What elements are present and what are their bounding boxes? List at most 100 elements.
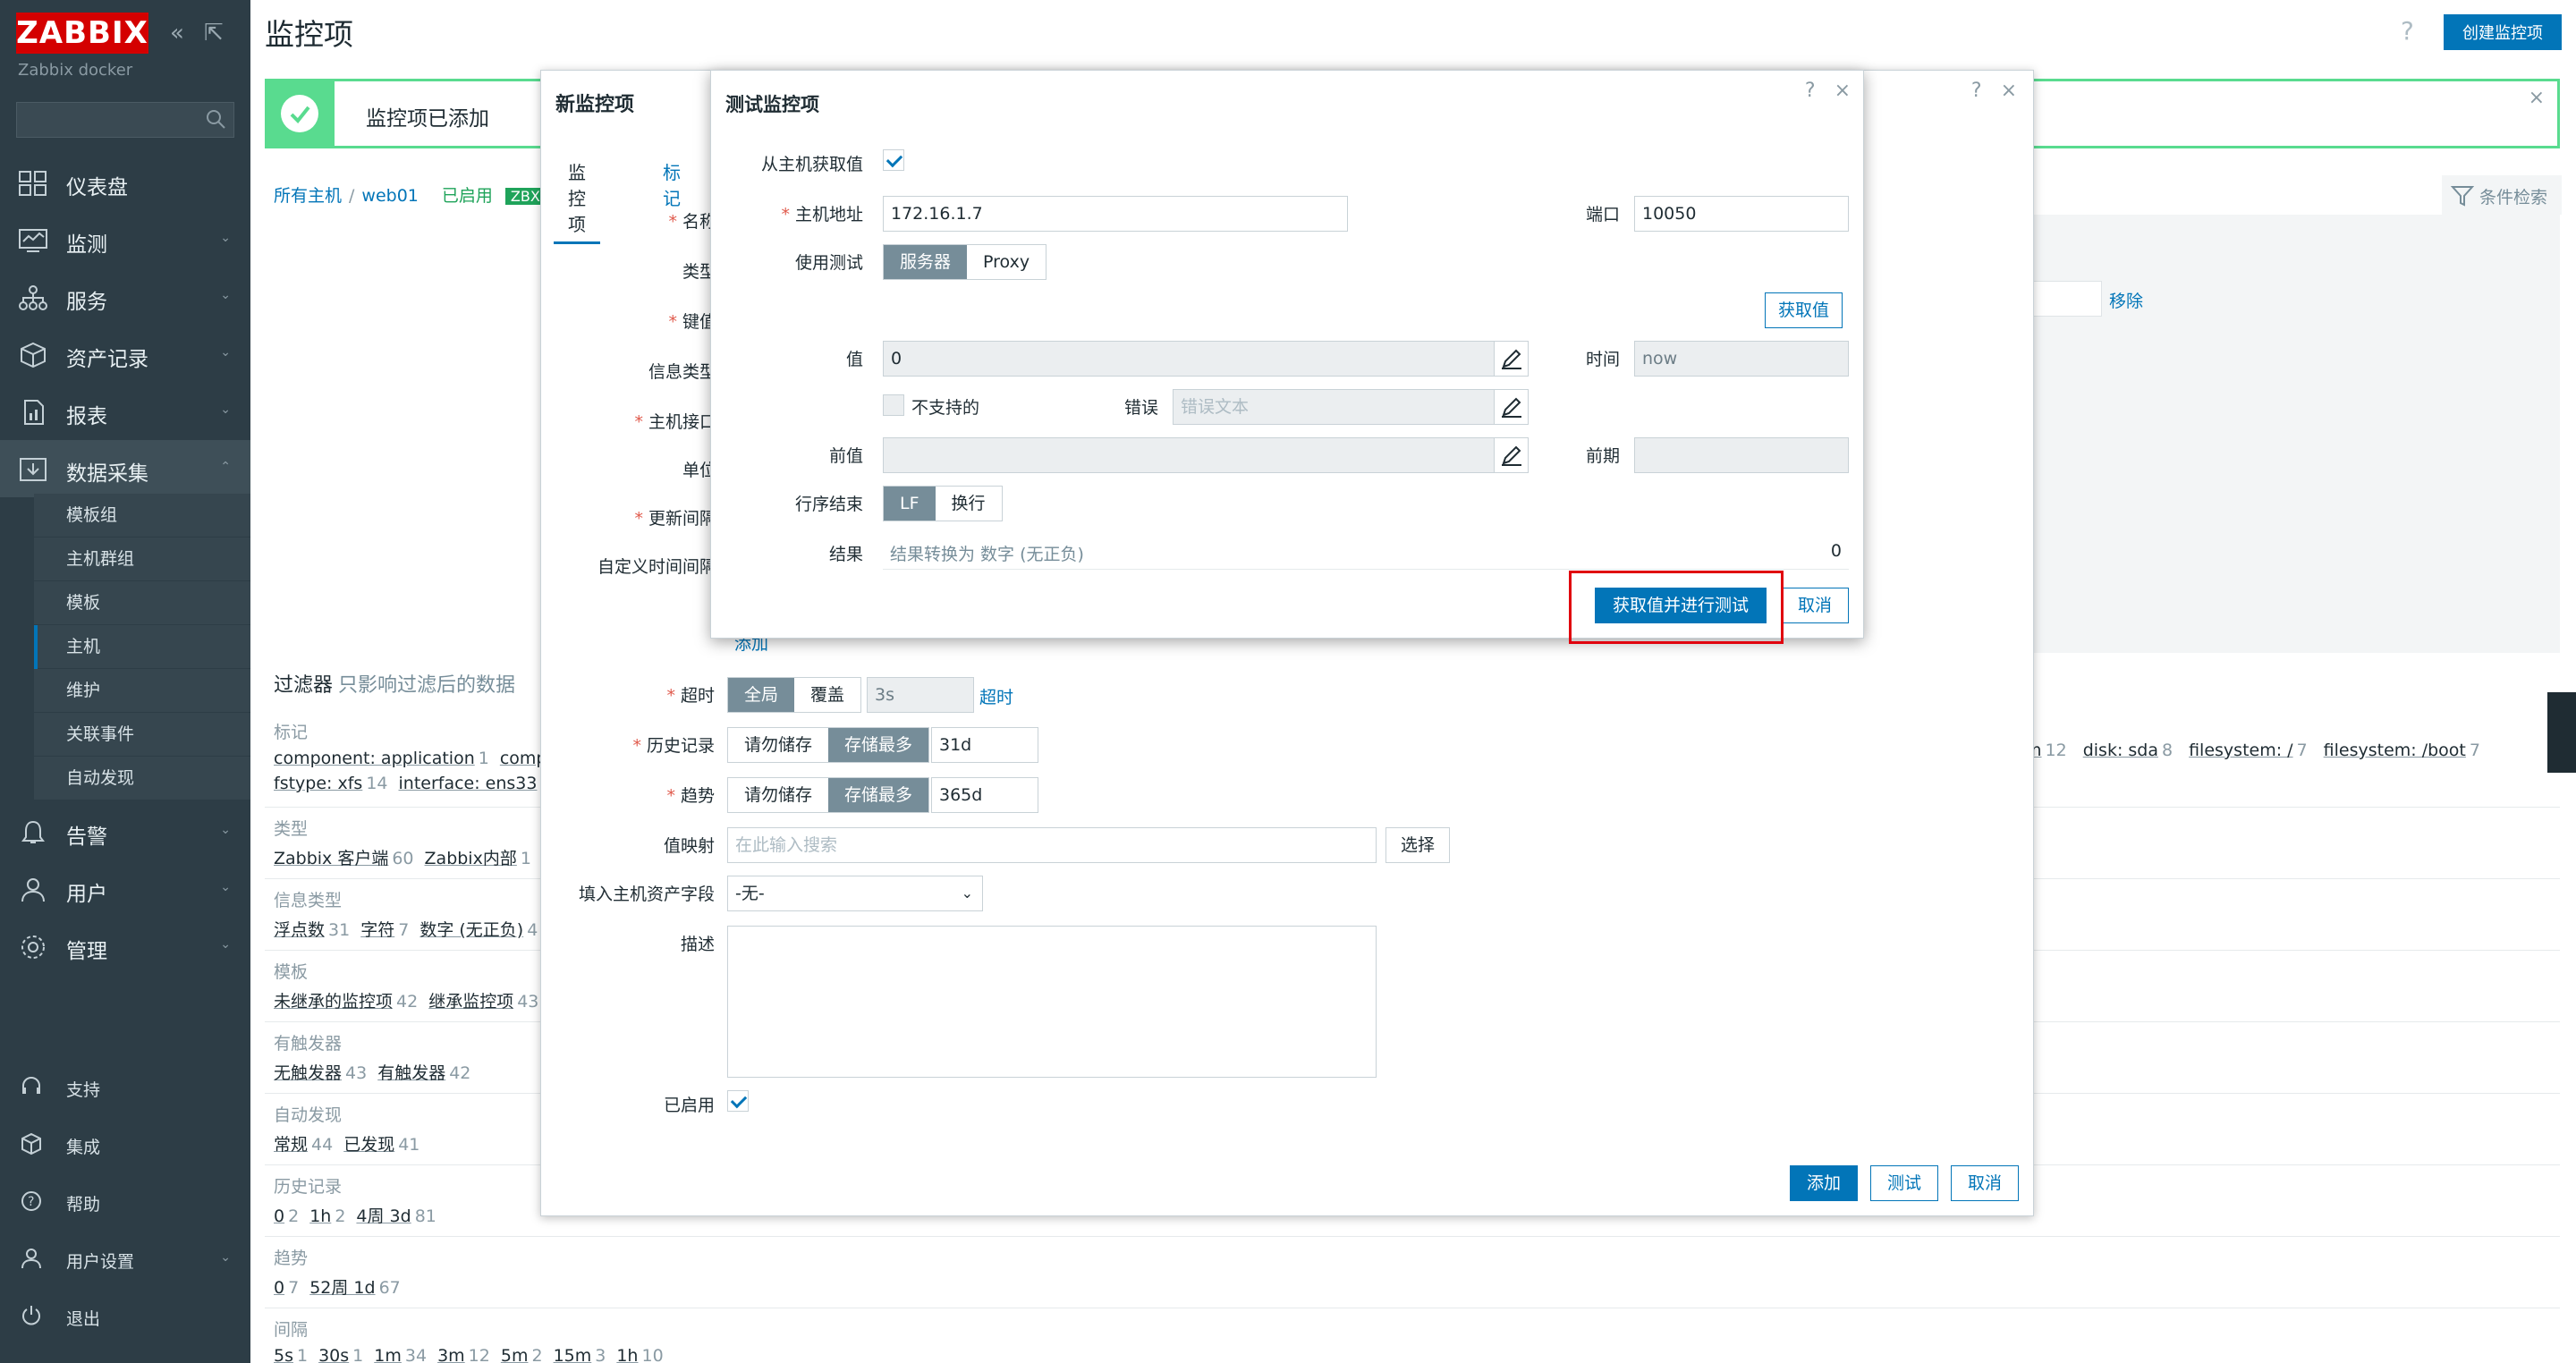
close-icon[interactable]: × xyxy=(2529,87,2545,109)
submenu-maintenance[interactable]: 维护 xyxy=(34,669,250,713)
subfilter-option[interactable]: 有触发器 42 xyxy=(377,1063,470,1083)
subfilter-option[interactable]: 无触发器 43 xyxy=(274,1063,367,1083)
subfilter-option[interactable]: 02 xyxy=(274,1206,299,1226)
subfilter-option[interactable]: 常规 44 xyxy=(274,1135,333,1155)
subfilter-option[interactable]: 1m 34 xyxy=(374,1346,427,1363)
menu-user-settings[interactable]: 用户设置 ⌄ xyxy=(0,1236,250,1281)
trends-toggle[interactable]: 请勿储存 存储最多 xyxy=(727,777,930,813)
search-icon[interactable] xyxy=(205,108,226,130)
subfilter-option[interactable]: 52周 1d 67 xyxy=(309,1278,401,1298)
host-address-input[interactable]: 172.16.1.7 xyxy=(883,196,1348,232)
subfilter-option[interactable]: 5s 1 xyxy=(274,1346,308,1363)
get-from-host-checkbox[interactable] xyxy=(883,149,904,171)
history-toggle[interactable]: 请勿储存 存储最多 xyxy=(727,727,930,763)
menu-administration[interactable]: 管理 ⌄ xyxy=(0,918,250,975)
trends-do-not-store[interactable]: 请勿储存 xyxy=(728,778,829,812)
value-input[interactable]: 0 xyxy=(883,341,1529,377)
valuemap-input[interactable]: 在此输入搜索 xyxy=(727,827,1377,863)
subfilter-option[interactable]: 07 xyxy=(274,1278,299,1298)
menu-support[interactable]: 支持 xyxy=(0,1064,250,1109)
subfilter-option[interactable]: filesystem: /7 xyxy=(2189,741,2308,760)
subfilter-option[interactable]: 继承监控项 43 xyxy=(428,992,538,1012)
sidebar-search-input[interactable] xyxy=(16,102,234,138)
subfilter-option[interactable]: 5m 2 xyxy=(501,1346,543,1363)
host-status[interactable]: 已启用 xyxy=(442,186,493,206)
subfilter-option[interactable]: 已发现 41 xyxy=(343,1135,419,1155)
subfilter-option[interactable]: 4周 3d 81 xyxy=(356,1206,436,1226)
submenu-template-groups[interactable]: 模板组 xyxy=(34,494,250,538)
menu-inventory[interactable]: 资产记录 ⌄ xyxy=(0,326,250,383)
subfilter-option[interactable]: Zabbix内部 1 xyxy=(425,849,531,868)
subfilter-option[interactable]: interface: ens339 xyxy=(399,774,552,793)
not-supported-checkbox[interactable] xyxy=(883,394,904,416)
proxy-proxy-option[interactable]: Proxy xyxy=(967,245,1046,279)
breadcrumb-host[interactable]: web01 xyxy=(361,186,418,206)
subfilter-option[interactable]: 15m 3 xyxy=(554,1346,606,1363)
pencil-icon[interactable] xyxy=(1494,390,1528,424)
collapse-sidebar-icon[interactable]: « xyxy=(170,20,184,47)
timeout-override[interactable]: 覆盖 xyxy=(794,678,861,712)
breadcrumb-all-hosts[interactable]: 所有主机 xyxy=(274,186,342,206)
subfilter-option[interactable]: 字符 7 xyxy=(360,920,409,940)
description-textarea[interactable] xyxy=(727,926,1377,1078)
pencil-icon[interactable] xyxy=(1494,438,1528,472)
scroll-handle[interactable] xyxy=(2547,692,2576,773)
subfilter-option[interactable]: Zabbix 客户端 60 xyxy=(274,849,414,868)
get-value-button[interactable]: 获取值 xyxy=(1765,292,1843,328)
menu-monitoring[interactable]: 监测 ⌄ xyxy=(0,211,250,268)
help-icon[interactable]: ? xyxy=(1971,80,1982,102)
submenu-host-groups[interactable]: 主机群组 xyxy=(34,538,250,581)
history-input[interactable]: 31d xyxy=(931,727,1038,763)
subfilter-option[interactable]: 1h 2 xyxy=(309,1206,345,1226)
inventory-select[interactable]: -无- ⌄ xyxy=(727,876,983,911)
subfilter-option[interactable]: 浮点数 31 xyxy=(274,920,350,940)
subfilter-option[interactable]: disk: sda 8 xyxy=(2083,741,2173,760)
add-button[interactable]: 添加 xyxy=(1790,1165,1858,1201)
trends-store-up-to[interactable]: 存储最多 xyxy=(828,778,929,812)
menu-services[interactable]: 服务 ⌄ xyxy=(0,268,250,326)
port-input[interactable]: 10050 xyxy=(1634,196,1849,232)
subfilter-option[interactable]: component: application 1 xyxy=(274,749,489,768)
history-do-not-store[interactable]: 请勿储存 xyxy=(728,728,829,762)
eol-crlf-option[interactable]: 换行 xyxy=(935,487,1002,521)
help-icon[interactable]: ? xyxy=(1805,80,1816,102)
timeout-global[interactable]: 全局 xyxy=(728,678,795,712)
menu-integrations[interactable]: 集成 xyxy=(0,1122,250,1166)
close-icon[interactable]: × xyxy=(1835,80,1851,102)
menu-dashboards[interactable]: 仪表盘 xyxy=(0,154,250,211)
subfilter-option[interactable]: 未继承的监控项 42 xyxy=(274,992,418,1012)
subfilter-option[interactable]: 3m 12 xyxy=(437,1346,490,1363)
submenu-discovery[interactable]: 自动发现 xyxy=(34,757,250,800)
timeout-toggle[interactable]: 全局 覆盖 xyxy=(727,677,862,713)
menu-sign-out[interactable]: 退出 xyxy=(0,1293,250,1338)
valuemap-select-button[interactable]: 选择 xyxy=(1385,827,1451,863)
subfilter-option[interactable]: 数字 (无正负) 4 xyxy=(419,920,538,940)
subfilter-option[interactable]: 30s 1 xyxy=(318,1346,363,1363)
submenu-hosts[interactable]: 主机 xyxy=(34,625,250,669)
menu-users[interactable]: 用户 ⌄ xyxy=(0,860,250,918)
test-cancel-button[interactable]: 取消 xyxy=(1781,588,1849,623)
enabled-checkbox[interactable] xyxy=(727,1090,749,1112)
submenu-templates[interactable]: 模板 xyxy=(34,581,250,625)
close-icon[interactable]: × xyxy=(2001,80,2017,102)
pencil-icon[interactable] xyxy=(1494,342,1528,376)
menu-alerts[interactable]: 告警 ⌄ xyxy=(0,803,250,860)
eol-lf-option[interactable]: LF xyxy=(884,487,936,521)
menu-help[interactable]: ? 帮助 xyxy=(0,1179,250,1223)
subfilter-option[interactable]: 1h 10 xyxy=(616,1346,663,1363)
subfilter-option[interactable]: filesystem: /boot 7 xyxy=(2324,741,2480,760)
kiosk-mode-icon[interactable]: ⇱ xyxy=(204,20,224,47)
proxy-toggle[interactable]: 服务器 Proxy xyxy=(883,244,1047,280)
subfilter-option[interactable]: fstype: xfs 14 xyxy=(274,774,388,793)
create-item-button[interactable]: 创建监控项 xyxy=(2444,14,2562,50)
remove-link[interactable]: 移除 xyxy=(2109,288,2143,312)
filter-toggle[interactable]: 条件检索 xyxy=(2442,175,2562,215)
menu-reports[interactable]: 报表 ⌄ xyxy=(0,383,250,440)
help-icon[interactable]: ? xyxy=(2401,16,2414,46)
cancel-button[interactable]: 取消 xyxy=(1951,1165,2019,1201)
test-button[interactable]: 测试 xyxy=(1870,1165,1938,1201)
proxy-server-option[interactable]: 服务器 xyxy=(884,245,968,279)
zabbix-logo[interactable]: ZABBIX xyxy=(16,13,148,54)
submenu-event-correlation[interactable]: 关联事件 xyxy=(34,713,250,757)
trends-input[interactable]: 365d xyxy=(931,777,1038,813)
